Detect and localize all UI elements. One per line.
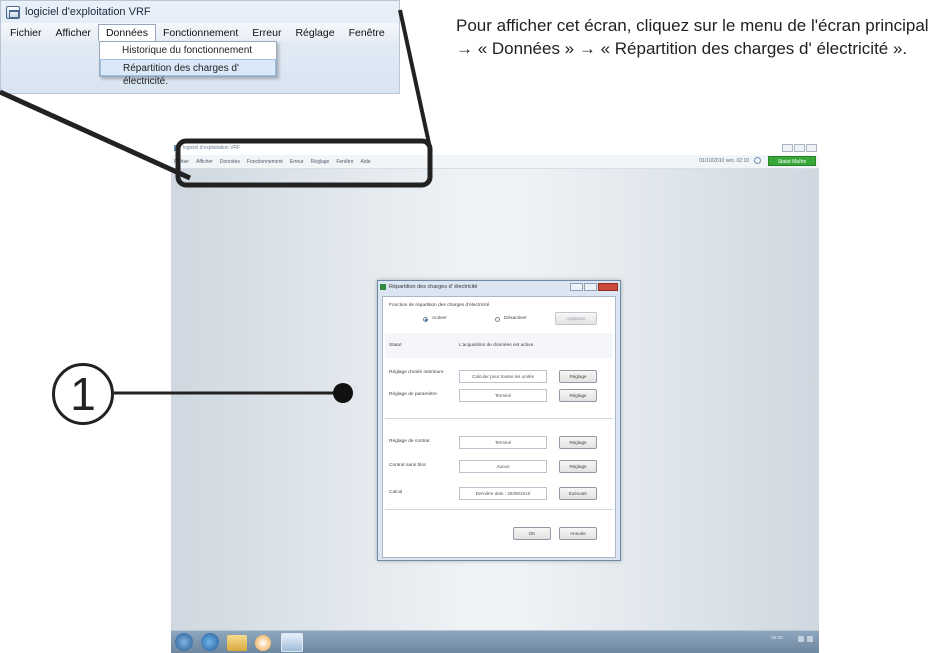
app-taskbar-icon[interactable] [281, 633, 303, 652]
inset-app-title: logiciel d'exploitation VRF [25, 6, 151, 18]
reglage-unite-button[interactable]: Réglage [559, 370, 597, 383]
screen-menu-reglage[interactable]: Réglage [311, 155, 330, 168]
app-title-bar: logiciel d'exploitation VRF [171, 142, 819, 155]
app-title: logiciel d'exploitation VRF [183, 145, 241, 151]
donnees-dropdown-menu: Historique du fonctionnement Répartition… [99, 41, 277, 87]
main-screen-screenshot: logiciel d'exploitation VRF Fichier Affi… [171, 142, 819, 653]
row-value-calcul: Dernière date : 28/09/2010 [459, 487, 547, 500]
apply-button[interactable]: Appliquer [555, 312, 597, 325]
menu-afficher[interactable]: Afficher [49, 25, 98, 41]
screen-menu-fichier[interactable]: Fichier [174, 155, 189, 168]
dialog-body: Fonction de répartition des charges d'él… [382, 296, 616, 558]
screen-menu-donnees[interactable]: Données [220, 155, 240, 168]
separator-line [385, 418, 613, 419]
executer-button[interactable]: Exécuter [559, 487, 597, 500]
menu-erreur[interactable]: Erreur [245, 25, 288, 41]
row-label-parametre: Réglage de paramètre [389, 392, 437, 397]
browser-icon[interactable] [201, 633, 219, 651]
zoom-connector-right [398, 9, 432, 149]
radio-desactiver[interactable] [495, 317, 500, 322]
windows-taskbar: 02:10 [171, 630, 819, 653]
menu-reglage[interactable]: Réglage [288, 25, 341, 41]
system-tray [798, 636, 813, 642]
dialog-title: Répartition des charges d' électricité [389, 284, 478, 290]
ok-button[interactable]: OK [513, 527, 551, 540]
screen-menu-aide[interactable]: Aide [361, 155, 371, 168]
status-master-button[interactable]: Statut Maître [768, 156, 816, 166]
instruction-text: Pour afficher cet écran, cliquez sur le … [456, 16, 929, 58]
inset-menu-bar: Fichier Afficher Données Fonctionnement … [1, 23, 399, 42]
datetime-display: 01/10/2010 ven. 02:10 [699, 158, 749, 164]
menu-donnees[interactable]: Données [97, 24, 156, 41]
reglage-parametre-button[interactable]: Réglage [559, 389, 597, 402]
screen-menu-erreur[interactable]: Erreur [290, 155, 304, 168]
cancel-button[interactable]: Annuler [559, 527, 597, 540]
load-distribution-dialog: Répartition des charges d' électricité F… [377, 280, 621, 561]
dialog-close-icon[interactable] [598, 283, 618, 291]
minimize-icon[interactable] [782, 144, 793, 152]
menu-fenetre[interactable]: Fenêtre [342, 25, 392, 41]
menu-aide[interactable]: Aide [392, 25, 400, 41]
row-label-sans-bloc: Contrat sans bloc [389, 463, 427, 468]
tray-network-icon[interactable] [798, 636, 804, 642]
row-label-unite: Réglage d'unité intérieure [389, 370, 444, 375]
row-label-calcul: Calcul [389, 490, 403, 495]
refresh-icon[interactable] [754, 157, 761, 164]
radio-activer[interactable] [423, 317, 428, 322]
row-value-sans-bloc: Aucun [459, 460, 547, 473]
start-button-icon[interactable] [175, 633, 193, 651]
function-label: Fonction de répartition des charges d'él… [389, 303, 490, 308]
row-value-contrat: Terminé [459, 436, 547, 449]
status-value: L'acquisition de données est active. [459, 343, 535, 348]
reglage-sans-bloc-button[interactable]: Réglage [559, 460, 597, 473]
menu-item-repartition[interactable]: Répartition des charges d' électricité. [100, 59, 276, 87]
main-content-area: Répartition des charges d' électricité F… [171, 170, 819, 630]
folder-icon[interactable] [227, 635, 247, 651]
row-label-contrat: Réglage de contrat [389, 439, 430, 444]
menu-fonctionnement[interactable]: Fonctionnement [156, 25, 245, 41]
radio-activer-label: Activer [432, 316, 447, 321]
tray-volume-icon[interactable] [807, 636, 813, 642]
menu-item-historique[interactable]: Historique du fonctionnement [100, 42, 276, 59]
screen-menu-fenetre[interactable]: Fenêtre [336, 155, 353, 168]
dialog-minimize-icon[interactable] [570, 283, 583, 291]
zoom-connector-left [0, 89, 192, 181]
zoomed-menu-inset: logiciel d'exploitation VRF Fichier Affi… [0, 0, 400, 94]
close-icon[interactable] [806, 144, 817, 152]
app-window-icon [6, 5, 20, 19]
separator-line-bottom [385, 509, 613, 510]
screen-menu-afficher[interactable]: Afficher [196, 155, 213, 168]
screen-menu-fonctionnement[interactable]: Fonctionnement [247, 155, 283, 168]
callout-number-1: 1 [52, 363, 114, 425]
radio-desactiver-label: Désactiver [504, 316, 527, 321]
status-label: Statut [389, 343, 402, 348]
dialog-window-controls [570, 283, 618, 291]
inset-title-bar: logiciel d'exploitation VRF [1, 1, 399, 23]
taskbar-clock: 02:10 [771, 635, 783, 640]
media-player-icon[interactable] [255, 635, 271, 651]
dialog-maximize-icon[interactable] [584, 283, 597, 291]
row-value-parametre: Terminé [459, 389, 547, 402]
row-value-unite: Calculer pour toutes les unités [459, 370, 547, 383]
window-controls [782, 144, 817, 152]
reglage-contrat-button[interactable]: Réglage [559, 436, 597, 449]
menu-fichier[interactable]: Fichier [3, 25, 49, 41]
maximize-icon[interactable] [794, 144, 805, 152]
